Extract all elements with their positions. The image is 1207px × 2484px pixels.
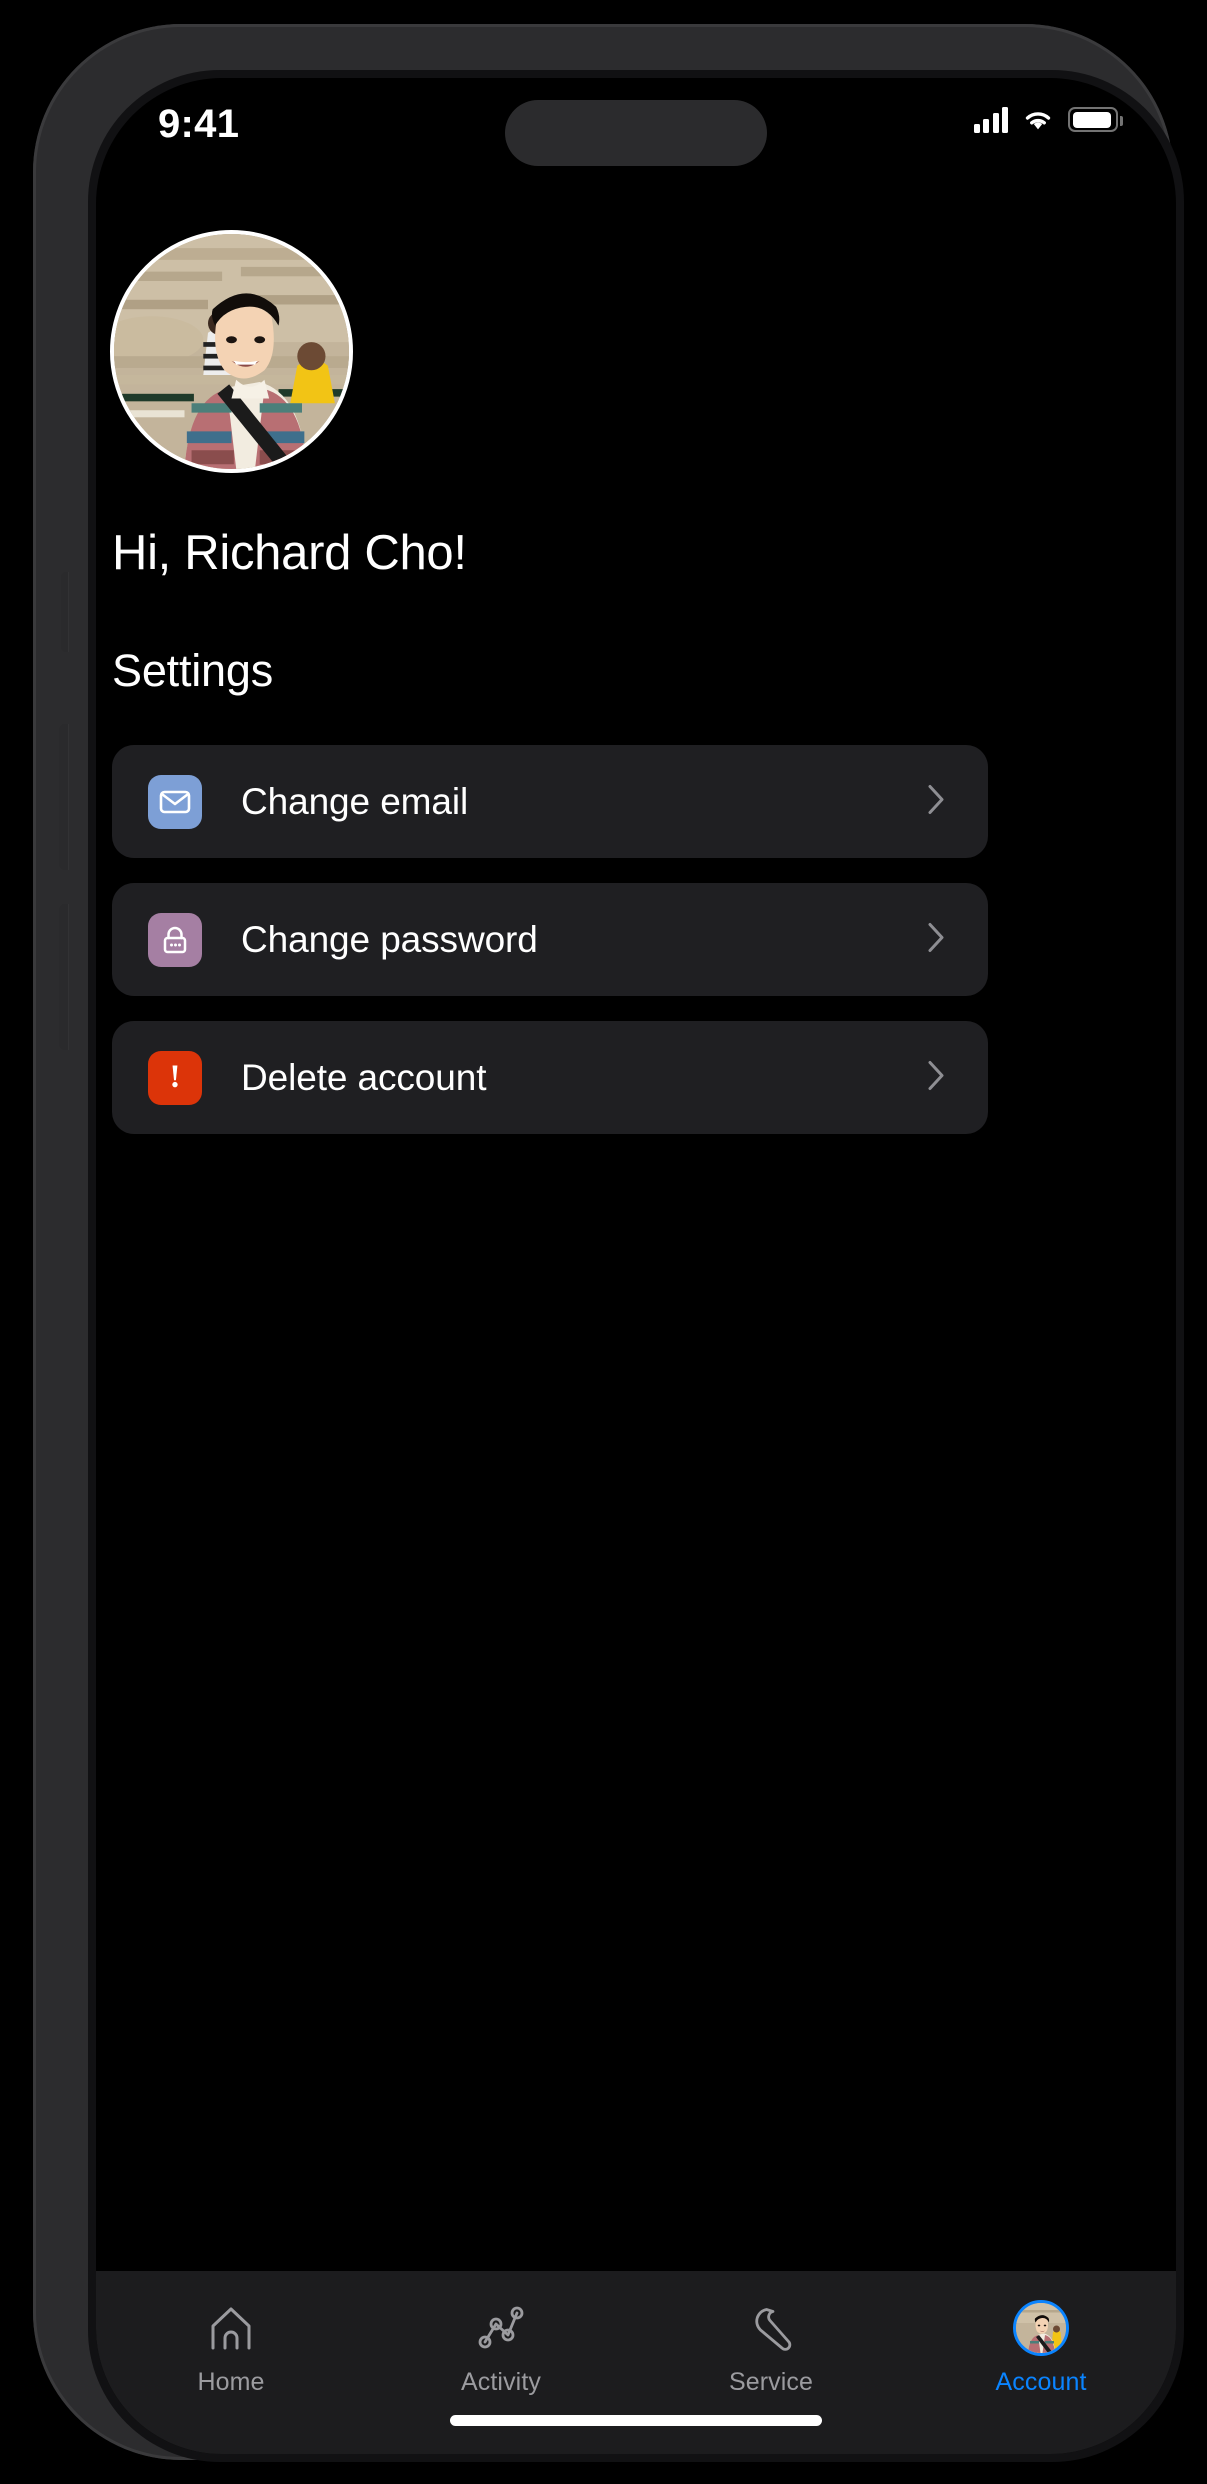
avatar-icon	[1013, 2297, 1069, 2359]
chevron-right-icon	[927, 921, 946, 958]
home-indicator[interactable]	[450, 2415, 822, 2426]
settings-row-label: Change email	[241, 780, 469, 822]
settings-row-label: Change password	[241, 918, 538, 960]
exclamation-glyph: !	[169, 1059, 181, 1095]
envelope-icon	[148, 774, 202, 829]
battery-icon	[1068, 107, 1123, 132]
status-bar-time: 9:41	[158, 102, 240, 146]
tab-avatar	[1013, 2300, 1069, 2356]
page-title: Hi, Richard Cho!	[112, 526, 467, 580]
tab-service[interactable]: Service	[636, 2297, 906, 2454]
settings-row-change-password[interactable]: Change password	[112, 883, 988, 996]
screenshot-root: 9:41 Hi, Richard Cho! Settings Change em…	[0, 0, 1207, 2484]
tab-activity[interactable]: Activity	[366, 2297, 636, 2454]
house-icon	[206, 2297, 256, 2359]
settings-row-change-email[interactable]: Change email	[112, 745, 988, 858]
avatar	[110, 230, 353, 473]
chevron-right-icon	[927, 783, 946, 820]
settings-section-title: Settings	[112, 645, 273, 696]
lock-icon	[148, 912, 202, 967]
dynamic-island	[505, 100, 767, 166]
tab-label: Activity	[461, 2368, 541, 2396]
phone-frame: 9:41 Hi, Richard Cho! Settings Change em…	[33, 24, 1184, 2462]
silent-switch-button[interactable]	[61, 572, 69, 652]
tab-label: Home	[197, 2368, 265, 2396]
settings-row-delete-account[interactable]: ! Delete account	[112, 1021, 988, 1134]
status-bar: 9:41	[96, 78, 1176, 173]
user-profile-photo	[114, 234, 349, 469]
settings-list: Change email Change password ! Delete ac…	[112, 745, 988, 1159]
cellular-signal-icon	[973, 106, 1008, 133]
bottom-tab-bar: Home Activity Service Account	[96, 2271, 1176, 2454]
tab-home[interactable]: Home	[96, 2297, 366, 2454]
settings-row-label: Delete account	[241, 1056, 487, 1098]
tab-account[interactable]: Account	[906, 2297, 1176, 2454]
wifi-icon	[1025, 111, 1051, 129]
tab-label: Account	[995, 2368, 1087, 2396]
status-bar-indicators	[973, 106, 1123, 133]
line-chart-icon	[475, 2297, 527, 2359]
chevron-right-icon	[927, 1059, 946, 1096]
volume-down-button[interactable]	[59, 904, 69, 1050]
phone-screen: 9:41 Hi, Richard Cho! Settings Change em…	[96, 78, 1176, 2454]
wrench-icon	[746, 2297, 796, 2359]
volume-up-button[interactable]	[59, 724, 69, 870]
tab-label: Service	[728, 2368, 814, 2396]
exclamation-icon: !	[148, 1050, 202, 1105]
